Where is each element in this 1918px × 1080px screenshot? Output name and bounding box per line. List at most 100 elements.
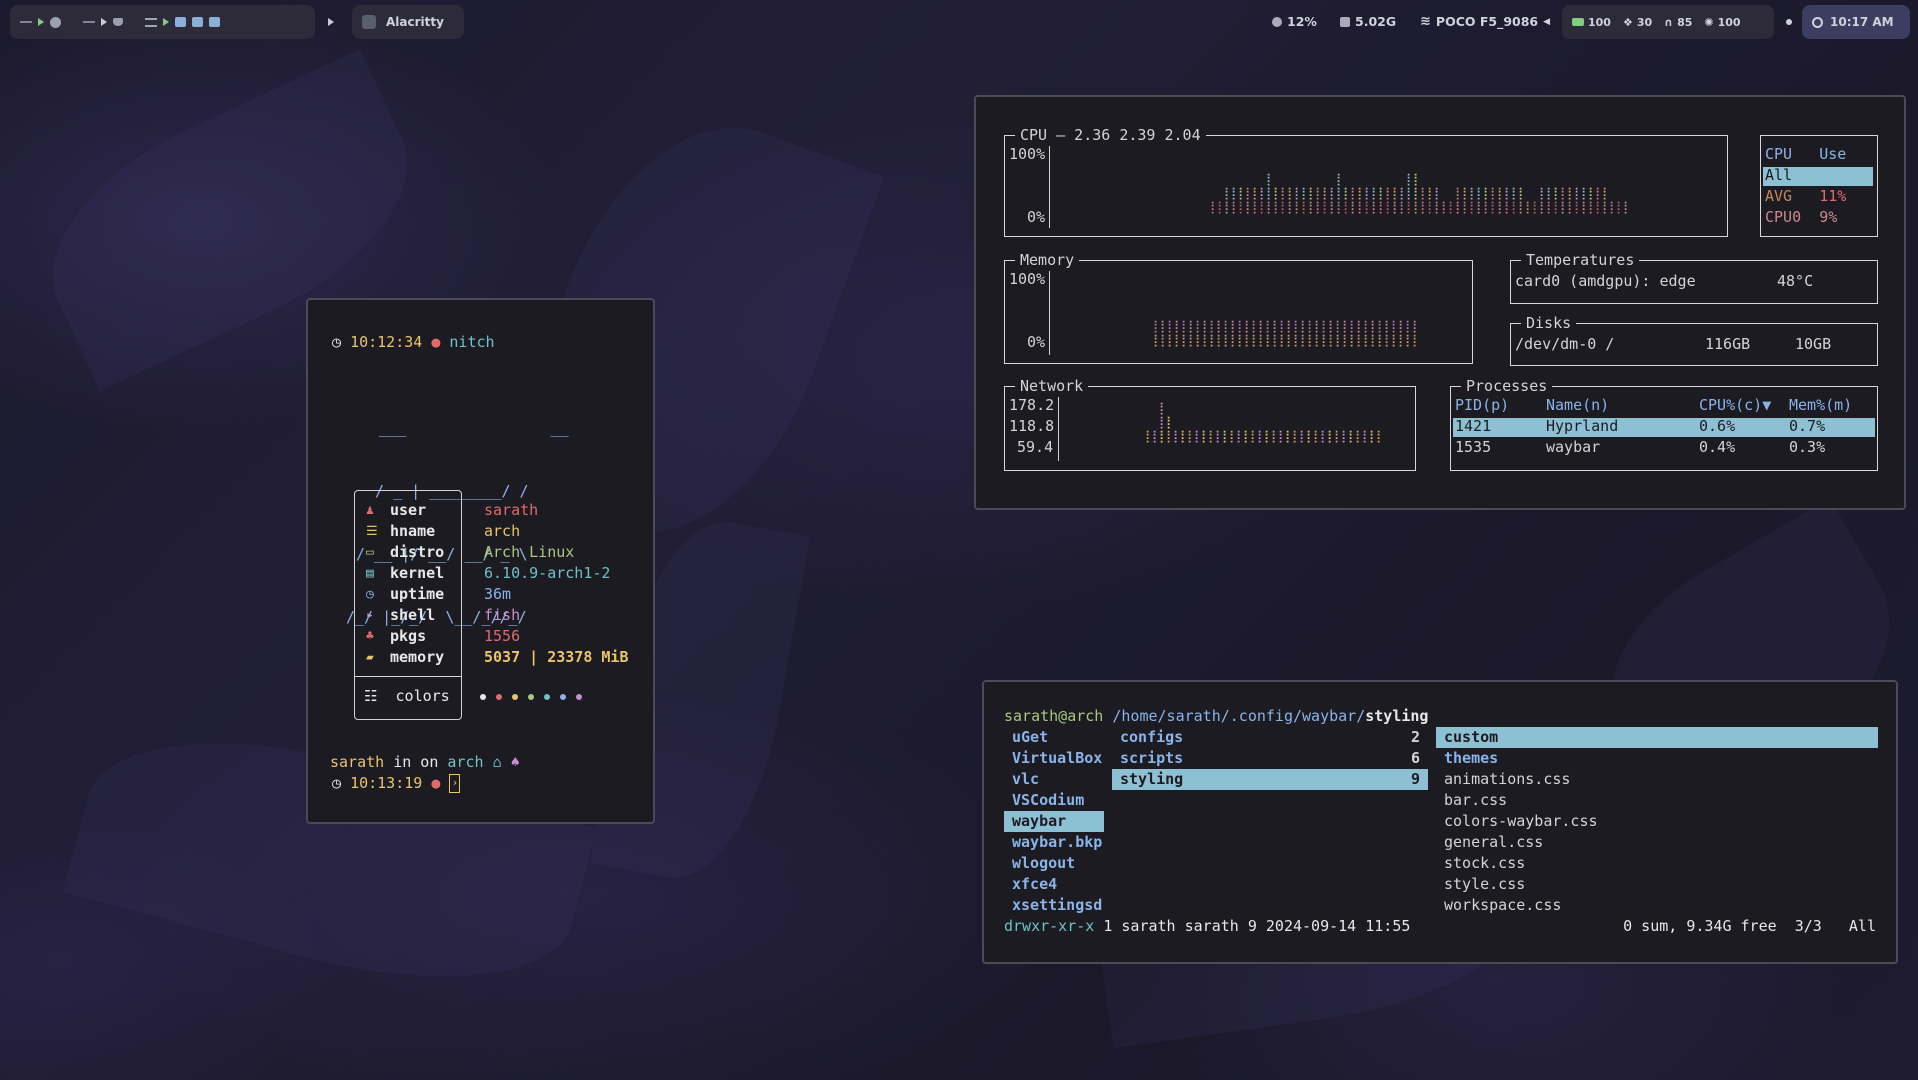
brightness-stat[interactable]: ✺ 100 — [1704, 16, 1740, 29]
menu-icon[interactable] — [145, 17, 157, 27]
lf-terminal[interactable]: sarath@arch /home/sarath/.config/waybar/… — [982, 680, 1898, 964]
active-window[interactable]: Alacritty — [352, 5, 464, 39]
workspace-icon[interactable] — [175, 17, 186, 27]
graph-cell: ⡇ — [1307, 333, 1316, 347]
graph-cell — [1250, 401, 1257, 415]
lf-dir-item[interactable]: xsettingsd — [1004, 895, 1104, 916]
process-pid[interactable]: 1535 — [1455, 437, 1491, 458]
play-icon[interactable] — [38, 18, 44, 26]
lf-file-item[interactable]: style.css — [1436, 874, 1878, 895]
lf-dir-item[interactable]: themes — [1436, 748, 1878, 769]
lf-dir-item[interactable]: uGet — [1004, 727, 1104, 748]
lf-file-item[interactable]: general.css — [1436, 832, 1878, 853]
graph-cell: ⡇ — [1308, 200, 1317, 214]
graph-cell — [1243, 415, 1250, 429]
lf-dir-item[interactable]: xfce4 — [1004, 874, 1104, 895]
graph-cell — [1315, 172, 1322, 186]
lf-dir-item[interactable]: VSCodium — [1004, 790, 1104, 811]
graph-cell: ⡇ — [1469, 200, 1478, 214]
lf-dir-item[interactable]: waybar.bkp — [1004, 832, 1104, 853]
graph-row: ⡇ ⡇ — [1145, 415, 1383, 429]
volume-stat[interactable]: ∩ 85 — [1664, 16, 1692, 29]
graph-cell: ⡇ — [1334, 429, 1343, 443]
workspace-icon[interactable] — [209, 17, 220, 27]
pid-header[interactable]: PID(p) — [1455, 395, 1509, 416]
graph-cell: ⡇ — [1194, 429, 1203, 443]
lf-file-item[interactable]: colors-waybar.css — [1436, 811, 1878, 832]
cpu-stat[interactable]: 12% — [1272, 14, 1317, 29]
name-header[interactable]: Name(n) — [1546, 395, 1609, 416]
lf-file-item[interactable]: stock.css — [1436, 853, 1878, 874]
lf-dir-name: vlc — [1012, 770, 1040, 788]
process-name[interactable]: waybar — [1546, 437, 1600, 458]
info-value: arch — [484, 522, 521, 540]
wifi-name: POCO F5_9086 — [1435, 14, 1539, 29]
graph-cell: ⡇ — [1216, 319, 1225, 333]
lf-dir-item[interactable]: VirtualBox — [1004, 748, 1104, 769]
process-cpu: 0.6% — [1699, 417, 1736, 435]
lf-status-right: 0 sum, 9.34G free 3/3 All — [1623, 917, 1876, 935]
graph-cell — [1271, 401, 1278, 415]
graph-cell: ⡇ — [1293, 333, 1302, 347]
graph-cell — [1301, 172, 1308, 186]
btop-terminal[interactable]: CPU — 2.36 2.39 2.04 100% 0% ⡇ ⡇ ⡇ ⡇ ⡇ ⡇ ⡇ ⡇… — [974, 95, 1906, 510]
user-icon: ♟ — [366, 503, 374, 518]
lf-file-item[interactable]: workspace.css — [1436, 895, 1878, 916]
hostname-icon: ☰ — [366, 524, 378, 539]
lf-dir-item[interactable]: waybar — [1004, 811, 1104, 832]
graph-cell: ⡇ — [1251, 319, 1260, 333]
lf-dir-name: configs — [1120, 728, 1184, 746]
lf-dir-item[interactable]: wlogout — [1004, 853, 1104, 874]
graph-cell — [1378, 172, 1385, 186]
updates-stat[interactable]: ❖ 30 — [1623, 16, 1652, 29]
graph-cell: ⡇ — [1385, 186, 1394, 200]
wifi-stat[interactable]: ≋ POCO F5_9086 ◀ — [1420, 14, 1550, 29]
graph-cell: ⡇ — [1238, 186, 1247, 200]
lf-dir-item[interactable]: custom — [1436, 727, 1878, 748]
graph-cell — [1252, 172, 1259, 186]
graph-cell: ⡇ — [1399, 200, 1408, 214]
graph-cell — [1152, 401, 1159, 415]
prompt-time: 10:13:19 — [350, 774, 423, 792]
graph-cell: ⡇ — [1180, 429, 1189, 443]
battery-stat[interactable]: 100 — [1572, 16, 1611, 29]
graph-cell: ⡇ — [1188, 319, 1197, 333]
graph-row: ⡇ ⡇ ⡇ ⡇ ⡇ ⡇ ⡇ ⡇ ⡇ ⡇ ⡇ ⡇ ⡇ ⡇ ⡇ ⡇ ⡇ ⡇ ⡇ ⡇ ⡇ ⡇ ⡇ ⡇ ⡇ ⡇ ⡇ ⡇ ⡇ ⡇ ⡇ ⡇ ⡇ ⡇ ⡇ ⡇ ⡇ ⡇ — [1153, 319, 1421, 333]
graph-cell: ⡇ — [1595, 200, 1604, 214]
lf-file-item[interactable]: bar.css — [1436, 790, 1878, 811]
clock[interactable]: 10:17 AM — [1802, 5, 1910, 39]
graph-cell: ⡇ — [1391, 319, 1400, 333]
graph-cell — [1210, 186, 1217, 200]
graph-cell: ⡇ — [1259, 200, 1268, 214]
cat-icon[interactable] — [113, 18, 123, 26]
lf-dir-item[interactable]: styling 9 — [1112, 769, 1428, 790]
graph-cell — [1441, 186, 1448, 200]
graph-cell: ⡇ — [1266, 186, 1275, 200]
info-key: pkgs — [390, 627, 427, 645]
expand-icon[interactable] — [328, 18, 334, 26]
mem-header[interactable]: Mem%(m) — [1789, 395, 1852, 416]
cpu-header[interactable]: CPU%(c)▼ — [1699, 395, 1771, 416]
graph-cell: ⡇ — [1159, 429, 1168, 443]
lf-dir-item[interactable]: scripts 6 — [1112, 748, 1428, 769]
graph-cell — [1217, 186, 1224, 200]
graph-cell: ⡇ — [1202, 333, 1211, 347]
graph-cell — [1539, 172, 1546, 186]
play-icon[interactable] — [101, 18, 107, 26]
graph-cell: ⡇ — [1251, 333, 1260, 347]
lf-dir-item[interactable]: configs 2 — [1112, 727, 1428, 748]
info-key: memory — [390, 648, 445, 666]
memory-stat[interactable]: 5.02G — [1340, 14, 1396, 29]
help-icon[interactable] — [50, 16, 61, 28]
graph-cell: ⡇ — [1560, 200, 1569, 214]
info-row: ▰ memory 5037 | 23378 MiB — [364, 647, 664, 668]
lf-file-item[interactable]: animations.css — [1436, 769, 1878, 790]
lf-dir-item[interactable]: vlc — [1004, 769, 1104, 790]
graph-cell: ⡇ — [1364, 200, 1373, 214]
nitch-terminal[interactable]: ◷ 10:12:34 ● nitch ___ __ / _ | ________… — [306, 298, 655, 824]
graph-cell — [1145, 401, 1152, 415]
graph-cell: ⡇ — [1278, 429, 1287, 443]
play-icon[interactable] — [163, 18, 169, 26]
cursor[interactable]: › — [449, 774, 461, 793]
workspace-icon[interactable] — [192, 17, 203, 27]
